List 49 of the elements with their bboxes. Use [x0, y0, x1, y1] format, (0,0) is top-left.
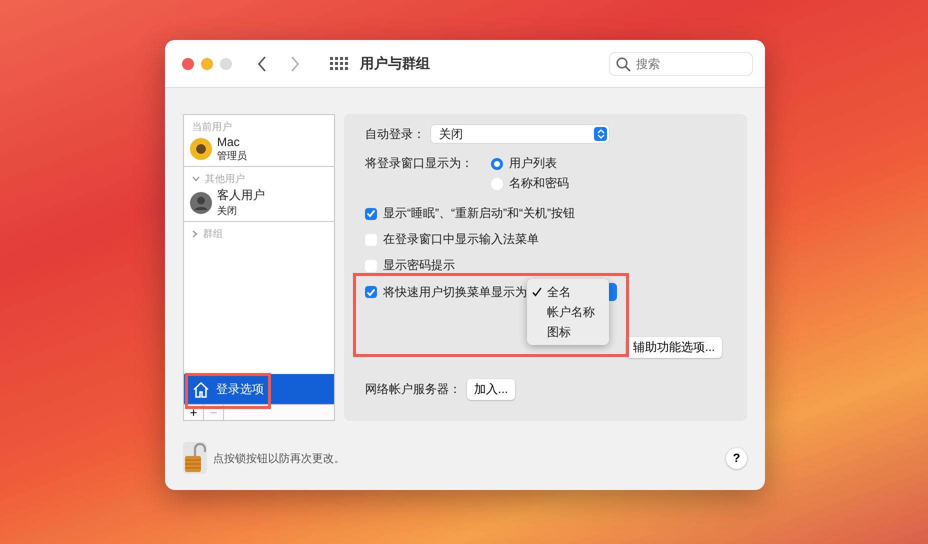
checkbox[interactable]	[365, 286, 377, 298]
disclosure-icon[interactable]	[192, 176, 200, 182]
field-label: 将登录窗口显示为：	[365, 155, 473, 172]
disclosure-icon[interactable]	[192, 230, 198, 238]
checkbox-label: 在登录窗口中显示输入法菜单	[383, 231, 539, 248]
checkbox-label: 将快速用户切换菜单显示为	[383, 284, 527, 300]
close-button[interactable]	[182, 58, 194, 70]
forward-button[interactable]	[290, 56, 300, 72]
checkbox-label: 显示密码提示	[383, 257, 455, 274]
user-role: 管理员	[217, 150, 247, 163]
checkbox[interactable]	[365, 234, 377, 246]
grid-icon[interactable]	[330, 57, 348, 70]
checkbox[interactable]	[365, 208, 377, 220]
section-heading: 其他用户	[205, 172, 245, 186]
radio-label: 名称和密码	[509, 175, 569, 192]
radio-label: 用户列表	[509, 155, 557, 172]
section-heading: 当前用户	[192, 120, 232, 134]
avatar-photo	[190, 138, 212, 160]
stepper-icon	[594, 127, 607, 141]
lock-hint: 点按锁按钮以防再次更改。	[213, 452, 345, 466]
item-label: 登录选项	[216, 380, 264, 398]
radio-button[interactable]	[491, 178, 503, 190]
search-field[interactable]: 搜索	[609, 52, 753, 76]
window-title: 用户与群组	[360, 54, 430, 72]
help-button[interactable]: ?	[726, 448, 747, 468]
menu-item[interactable]: 帐户名称	[527, 302, 609, 322]
field-label: 网络帐户服务器：	[365, 381, 461, 398]
join-button[interactable]: 加入...	[467, 379, 516, 400]
radio-button[interactable]	[491, 158, 503, 170]
user-row[interactable]: 客人用户 关闭	[184, 186, 334, 219]
auto-login-dropdown[interactable]: 关闭	[431, 125, 609, 143]
user-row[interactable]: Mac 管理员	[184, 134, 334, 164]
menu-item[interactable]: 图标	[527, 322, 609, 342]
back-button[interactable]	[257, 56, 267, 72]
house-icon	[192, 380, 210, 398]
login-options-item[interactable]: 登录选项	[184, 374, 334, 404]
user-role: 关闭	[217, 204, 238, 218]
menu-item[interactable]: 全名	[527, 282, 609, 302]
user-name: 客人用户	[217, 187, 265, 204]
section-heading: 群组	[203, 228, 223, 241]
field-label: 自动登录：	[365, 126, 425, 142]
accessibility-options-button[interactable]: 辅助功能选项...	[626, 337, 722, 358]
user-silhouette-icon	[190, 192, 212, 214]
add-button[interactable]: +	[184, 405, 204, 420]
checkbox-label: 显示“睡眠”、“重新启动”和“关机”按钮	[383, 205, 575, 222]
user-name: Mac	[217, 135, 241, 149]
padlock-icon[interactable]	[183, 442, 207, 474]
minimize-button[interactable]	[201, 58, 213, 70]
checkbox[interactable]	[365, 260, 377, 272]
